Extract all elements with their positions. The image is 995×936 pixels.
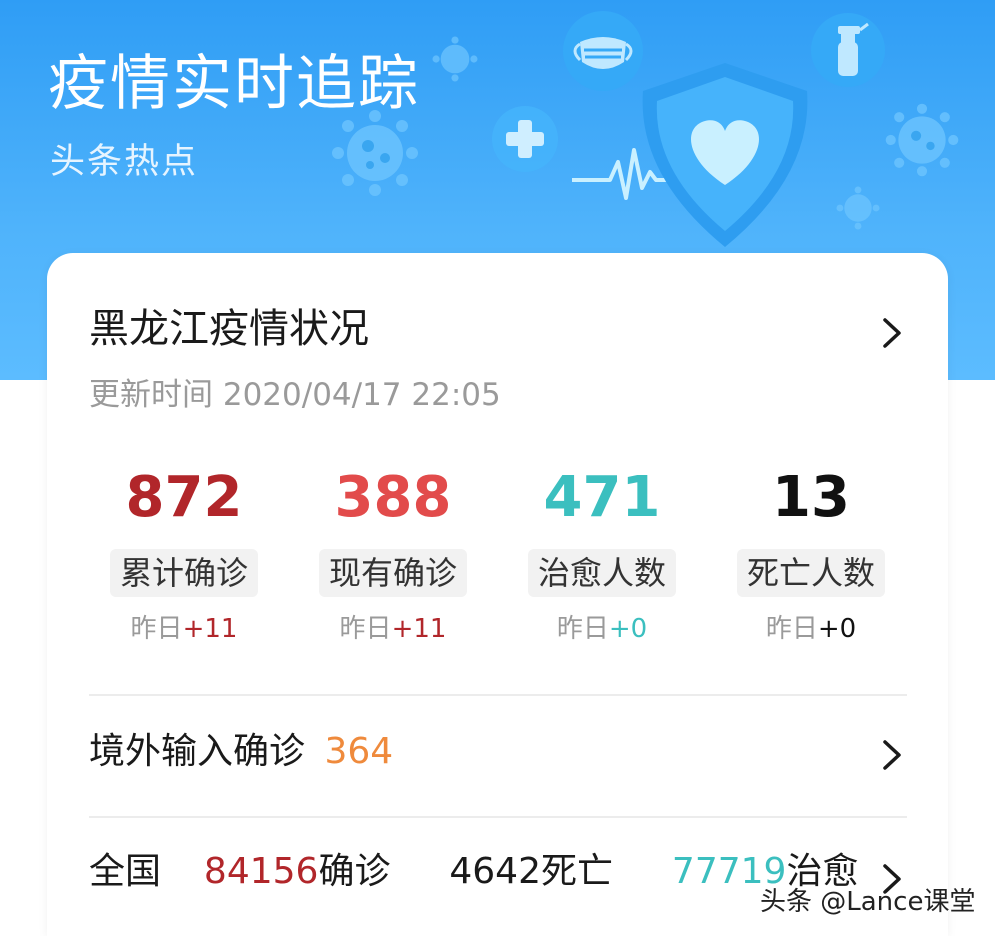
stat-label: 现有确诊 (318, 549, 467, 597)
stat-current-confirmed: 388 现有确诊 昨日+11 (288, 463, 498, 647)
banner-title: 疫情实时追踪 (48, 49, 420, 119)
national-deaths-label: 死亡 (541, 851, 614, 892)
stat-recovered: 471 治愈人数 昨日+0 (497, 463, 707, 647)
chevron-right-icon[interactable] (881, 739, 903, 771)
stat-label: 死亡人数 (736, 549, 885, 597)
region-card: 黑龙江疫情状况 更新时间 2020/04/17 22:05 872 累计确诊 昨… (47, 253, 948, 936)
virus-icon (432, 36, 478, 82)
divider (89, 694, 907, 696)
stat-delta: 昨日+0 (497, 611, 707, 647)
national-deaths-value: 4642 (449, 851, 541, 892)
update-time: 2020/04/17 22:05 (222, 377, 501, 413)
stat-value: 872 (125, 465, 243, 530)
shield-heart-icon (642, 63, 808, 247)
virus-icon (836, 186, 880, 230)
watermark: 头条 @Lance课堂 (760, 887, 976, 917)
delta-prefix: 昨日 (339, 614, 392, 644)
national-summary-row[interactable]: 全国 84156确诊 4642死亡 77719治愈 (89, 847, 858, 897)
stat-label: 累计确诊 (109, 549, 258, 597)
national-confirmed-value: 84156 (203, 851, 319, 892)
delta-value: +0 (608, 614, 648, 644)
banner-subtitle: 头条热点 (50, 142, 199, 182)
update-label: 更新时间 (89, 377, 213, 413)
update-time-row: 更新时间 2020/04/17 22:05 (89, 375, 501, 415)
delta-prefix: 昨日 (130, 614, 183, 644)
stat-deaths: 13 死亡人数 昨日+0 (706, 463, 916, 647)
delta-value: +11 (182, 614, 238, 644)
chevron-right-icon[interactable] (881, 317, 903, 349)
stat-value: 13 (772, 465, 850, 530)
delta-prefix: 昨日 (556, 614, 609, 644)
imported-label: 境外输入确诊 (89, 731, 306, 772)
stat-cumulative-confirmed: 872 累计确诊 昨日+11 (79, 463, 289, 647)
delta-prefix: 昨日 (765, 614, 818, 644)
divider (89, 816, 907, 818)
medical-cross-icon (492, 106, 558, 172)
delta-value: +11 (391, 614, 447, 644)
imported-cases-row[interactable]: 境外输入确诊 364 (89, 727, 393, 777)
stat-value: 471 (543, 465, 661, 530)
region-title[interactable]: 黑龙江疫情状况 (89, 303, 369, 355)
imported-value: 364 (324, 731, 394, 772)
national-label: 全国 (89, 851, 162, 892)
stat-delta: 昨日+0 (706, 611, 916, 647)
delta-value: +0 (817, 614, 857, 644)
stat-value: 388 (334, 465, 452, 530)
stat-delta: 昨日+11 (288, 611, 498, 647)
virus-icon (885, 103, 959, 177)
stat-delta: 昨日+11 (79, 611, 289, 647)
national-confirmed-label: 确诊 (318, 851, 391, 892)
stat-label: 治愈人数 (527, 549, 676, 597)
